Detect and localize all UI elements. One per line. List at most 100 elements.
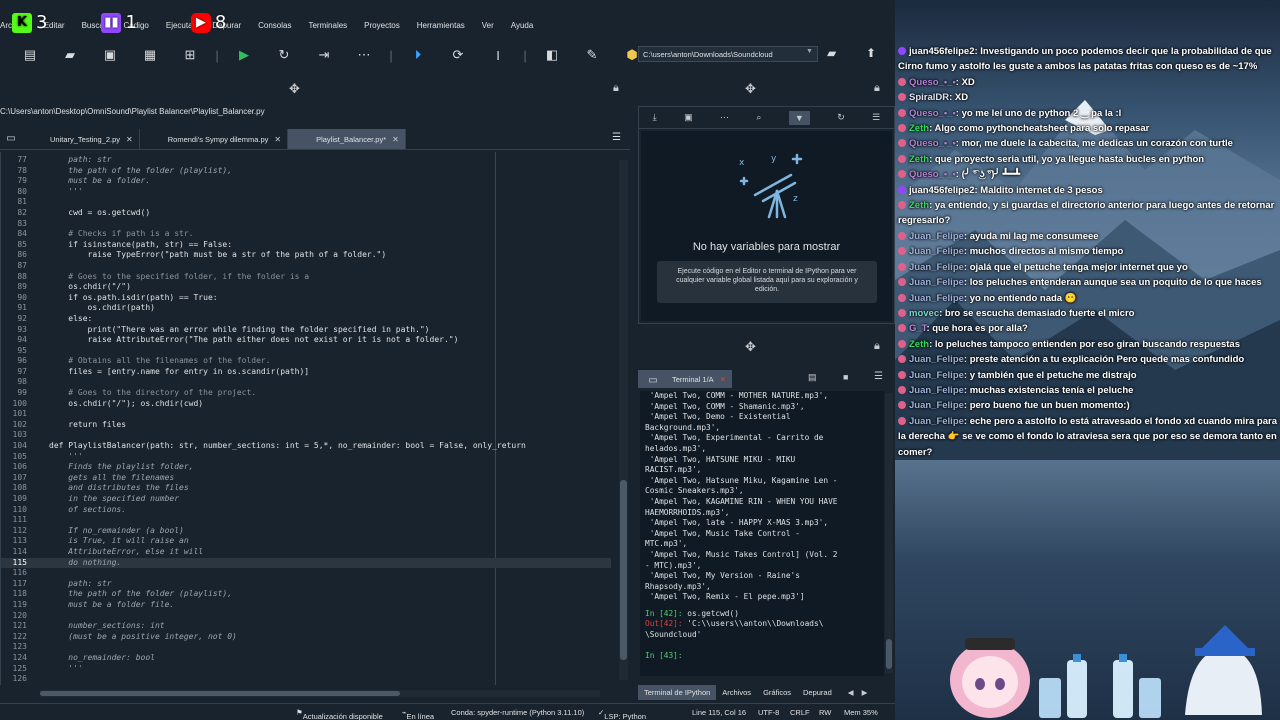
tab-playlist-balancer[interactable]: Playlist_Balancer.py* ✕ (288, 129, 406, 149)
console-scrollbar[interactable] (885, 393, 893, 673)
code-line[interactable]: 90 if os.path.isdir(path) == True: (1, 293, 611, 304)
move-pane-icon[interactable]: ✥ (745, 81, 756, 97)
code-line[interactable]: 121 number_sections: int (1, 621, 611, 632)
close-icon[interactable]: ✕ (720, 375, 726, 384)
code-line[interactable]: 103 (1, 430, 611, 441)
menu-herramientas[interactable]: Herramientas (417, 21, 465, 30)
hamburger-menu-icon[interactable]: ☰ (872, 112, 880, 123)
code-line[interactable]: 123 (1, 642, 611, 653)
lock-icon[interactable]: 🔒︎ (874, 82, 880, 95)
lock-icon[interactable]: 🔒︎ (613, 82, 619, 95)
code-line[interactable]: 93 print("There was an error while findi… (1, 325, 611, 336)
maximize-pane-icon[interactable]: ◧ (542, 45, 562, 65)
refresh-icon[interactable]: ↻ (837, 112, 845, 123)
code-line[interactable]: 98 (1, 377, 611, 388)
code-line[interactable]: 107 gets all the filenames (1, 473, 611, 484)
import-data-icon[interactable]: ⤓ (653, 112, 657, 123)
hamburger-menu-icon[interactable]: ☰ (612, 132, 621, 143)
chevron-down-icon[interactable]: ▼ (806, 48, 813, 55)
code-line[interactable]: 117 path: str (1, 579, 611, 590)
code-line[interactable]: 124 no_remainder: bool (1, 653, 611, 664)
code-line[interactable]: 87 (1, 261, 611, 272)
code-line[interactable]: 85 if isinstance(path, str) == False: (1, 240, 611, 251)
code-line[interactable]: 78 the path of the folder (playlist), (1, 166, 611, 177)
new-window-icon[interactable]: ⊞ (180, 45, 200, 65)
code-line[interactable]: 100 os.chdir("/"); os.chdir(cwd) (1, 399, 611, 410)
move-pane-icon[interactable]: ✥ (745, 339, 756, 355)
scrollbar-thumb[interactable] (886, 639, 892, 669)
code-line[interactable]: 77 path: str (1, 155, 611, 166)
code-line[interactable]: 109 in the specified number (1, 494, 611, 505)
debug-icon[interactable]: ⏵ (408, 45, 428, 65)
working-directory-input[interactable]: C:\users\anton\Downloads\Soundcloud (638, 46, 818, 62)
code-line[interactable]: 91 os.chdir(path) (1, 303, 611, 314)
run-cell-icon[interactable]: ↻ (274, 45, 294, 65)
menu-terminales[interactable]: Terminales (308, 21, 347, 30)
parent-directory-icon[interactable]: ⬆ (866, 46, 884, 62)
code-line[interactable]: 108 and distributes the files (1, 483, 611, 494)
code-line[interactable]: 80 ''' (1, 187, 611, 198)
code-line[interactable]: 120 (1, 611, 611, 622)
more-icon[interactable]: ⋯ (354, 45, 374, 65)
code-line[interactable]: 84 # Checks if path is a str. (1, 229, 611, 240)
code-line[interactable]: 122 (must be a positive integer, not 0) (1, 632, 611, 643)
stop-icon[interactable]: ■ (843, 372, 848, 382)
code-line[interactable]: 104 def PlaylistBalancer(path: str, numbe… (1, 441, 611, 452)
code-line[interactable]: 88 # Goes to the specified folder, if th… (1, 272, 611, 283)
code-line[interactable]: 119 must be a folder file. (1, 600, 611, 611)
menu-proyectos[interactable]: Proyectos (364, 21, 400, 30)
run-icon[interactable]: ▶ (234, 45, 254, 65)
scrollbar-thumb[interactable] (620, 480, 627, 660)
clear-console-icon[interactable]: ▤ (808, 372, 817, 383)
chevron-left-icon[interactable]: ◀ (848, 688, 854, 697)
code-line[interactable]: 81 (1, 197, 611, 208)
menu-consolas[interactable]: Consolas (258, 21, 291, 30)
code-line[interactable]: 116 (1, 568, 611, 579)
menu-ver[interactable]: Ver (482, 21, 494, 30)
browse-folder-icon[interactable]: ▰ (827, 46, 845, 62)
lsp-status[interactable]: ✓ LSP: Python (598, 708, 646, 720)
close-icon[interactable]: ✕ (392, 135, 399, 144)
tab-sympy-dilemma[interactable]: Romendi's Sympy dilemma.py ✕ (140, 129, 289, 149)
preferences-wrench-icon[interactable]: ✎ (582, 45, 602, 65)
code-line[interactable]: 112 If no_remainder (a bool) (1, 526, 611, 537)
tab-ipython-terminal[interactable]: Terminal de IPython (638, 684, 717, 700)
code-line[interactable]: 97 files = [entry.name for entry in os.s… (1, 367, 611, 378)
move-pane-icon[interactable]: ✥ (289, 81, 300, 97)
console-output[interactable]: 'Ampel Two, COMM - MOTHER NATURE.mp3', '… (640, 391, 884, 676)
code-line[interactable]: 82 cwd = os.getcwd() (1, 208, 611, 219)
new-file-icon[interactable]: ▤ (20, 45, 40, 65)
tab-files[interactable]: Archivos (716, 685, 757, 700)
code-line[interactable]: 96 # Obtains all the filenames of the fo… (1, 356, 611, 367)
search-icon[interactable]: ⌕ (756, 112, 761, 123)
close-icon[interactable]: ✕ (274, 135, 281, 144)
filter-icon[interactable]: ▼ (788, 110, 810, 125)
tab-debugger[interactable]: Depurad (797, 685, 838, 700)
code-line[interactable]: 110 of sections. (1, 505, 611, 516)
chevron-right-icon[interactable]: ▶ (862, 688, 868, 697)
code-line[interactable]: 92 else: (1, 314, 611, 325)
close-icon[interactable]: ✕ (126, 135, 133, 144)
code-line[interactable]: 83 (1, 219, 611, 230)
editor-horizontal-scrollbar[interactable] (40, 690, 600, 697)
run-cell-advance-icon[interactable]: ⇥ (314, 45, 334, 65)
save-icon[interactable]: ▣ (100, 45, 120, 65)
code-line[interactable]: 89 os.chdir("/") (1, 282, 611, 293)
update-available-status[interactable]: ⚑ Actualización disponible (296, 708, 383, 720)
code-line[interactable]: 118 the path of the folder (playlist), (1, 589, 611, 600)
code-line[interactable]: 114 AttributeError, else it will (1, 547, 611, 558)
debug-cell-icon[interactable]: ⟳ (448, 45, 468, 65)
save-data-icon[interactable]: ▣ (684, 112, 693, 123)
menu-ayuda[interactable]: Ayuda (511, 21, 534, 30)
lock-icon[interactable]: 🔒︎ (874, 340, 880, 353)
browse-tabs-icon[interactable]: ▭ (642, 369, 664, 391)
code-line[interactable]: 79 must be a folder. (1, 176, 611, 187)
console-input-43[interactable]: In [43]: (645, 651, 884, 662)
code-editor[interactable]: 77 path: str 78 the path of the folder (p… (0, 152, 630, 685)
tab-unitary-testing[interactable]: Unitary_Testing_2.py ✕ (22, 129, 140, 149)
code-line[interactable]: 101 (1, 409, 611, 420)
hamburger-menu-icon[interactable]: ☰ (874, 371, 883, 382)
code-line[interactable]: 115 do nothing. (1, 557, 611, 569)
editor-vertical-scrollbar[interactable] (619, 160, 628, 680)
conda-env-status[interactable]: Conda: spyder-runtime (Python 3.11.10) (451, 708, 584, 717)
